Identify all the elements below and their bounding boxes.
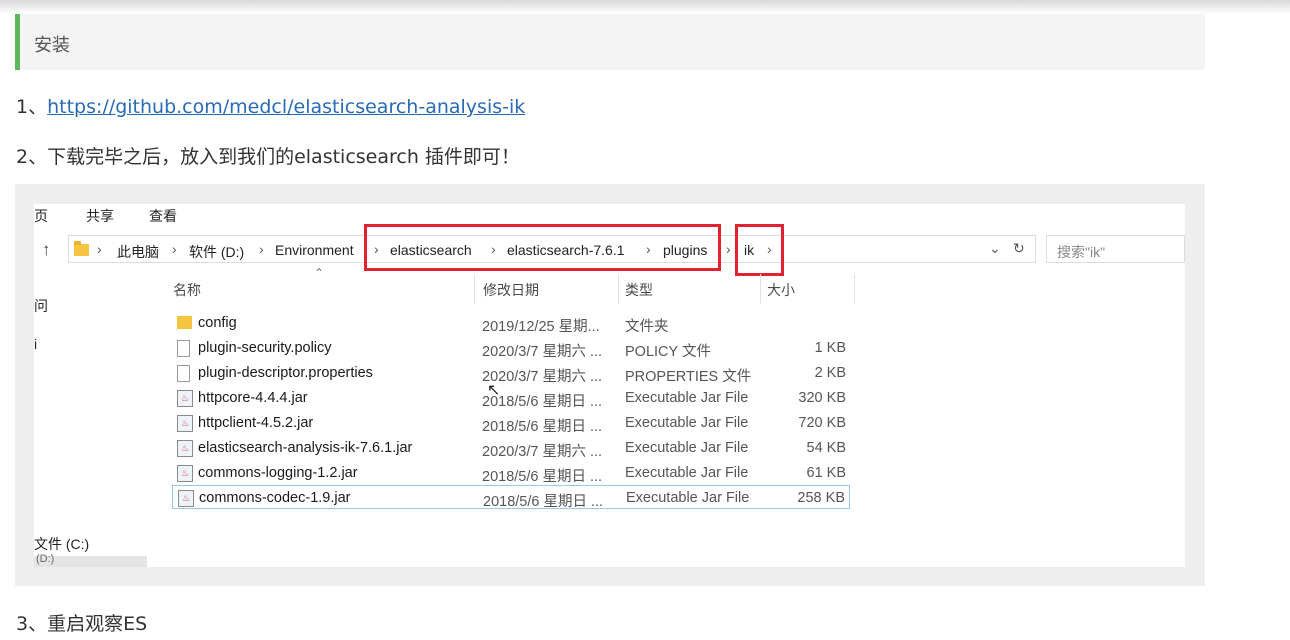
file-type: POLICY 文件	[625, 344, 711, 360]
file-name: commons-codec-1.9.jar	[199, 490, 351, 506]
file-row[interactable]: ♨ httpclient-4.5.2.jar 2018/5/6 星期日 ... …	[172, 411, 850, 435]
file-date: 2018/5/6 星期日 ...	[482, 419, 603, 435]
column-divider	[760, 274, 761, 304]
document-icon	[177, 340, 190, 357]
file-name: commons-logging-1.2.jar	[198, 465, 358, 481]
file-date: 2020/3/7 星期六 ...	[482, 344, 603, 360]
folder-icon	[74, 241, 89, 256]
step-1: 1、https://github.com/medcl/elasticsearch…	[16, 92, 525, 119]
document-icon	[177, 365, 190, 382]
highlight-box-ik	[735, 224, 784, 276]
chevron-right-icon: ›	[726, 241, 731, 257]
step-3: 3、重启观察ES	[16, 613, 148, 635]
github-link[interactable]: https://github.com/medcl/elasticsearch-a…	[47, 96, 525, 118]
file-row[interactable]: plugin-descriptor.properties 2020/3/7 星期…	[172, 361, 850, 385]
jar-icon: ♨	[177, 415, 193, 432]
column-name[interactable]: 名称	[173, 280, 201, 300]
step-1-prefix: 1、	[16, 96, 48, 118]
file-size: 61 KB	[806, 465, 847, 481]
chevron-right-icon: ›	[172, 241, 177, 257]
file-name: plugin-security.policy	[198, 340, 332, 356]
ribbon-tab-share[interactable]: 共享	[86, 206, 114, 226]
chevron-right-icon: ›	[259, 241, 264, 257]
file-row[interactable]: plugin-security.policy 2020/3/7 星期六 ... …	[172, 336, 850, 360]
search-input[interactable]: 搜索"ik"	[1046, 235, 1185, 263]
file-size: 258 KB	[797, 490, 845, 506]
file-size: 2 KB	[814, 365, 846, 381]
breadcrumb-environment[interactable]: Environment	[275, 242, 354, 258]
file-type: Executable Jar File	[626, 490, 750, 506]
ribbon-tab-home[interactable]: 页	[34, 206, 48, 226]
column-divider	[474, 274, 475, 304]
column-size[interactable]: 大小	[767, 280, 795, 300]
refresh-icon[interactable]: ↻	[1013, 240, 1025, 257]
file-name: httpcore-4.4.4.jar	[198, 390, 308, 406]
nav-item-drive-d[interactable]: (D:)	[36, 553, 54, 565]
file-name: config	[198, 315, 237, 331]
jar-icon: ♨	[177, 465, 193, 482]
column-date[interactable]: 修改日期	[483, 280, 539, 300]
file-name: elasticsearch-analysis-ik-7.6.1.jar	[198, 440, 413, 456]
jar-icon: ♨	[177, 390, 193, 407]
file-row[interactable]: ♨ commons-codec-1.9.jar 2018/5/6 星期日 ...…	[172, 485, 850, 510]
file-row[interactable]: config 2019/12/25 星期... 文件夹	[172, 311, 850, 335]
section-heading: 安装	[15, 14, 1205, 70]
nav-item-quick[interactable]: 问	[34, 296, 48, 316]
nav-item-drive-c[interactable]: 文件 (C:)	[34, 534, 89, 554]
ribbon-tab-view[interactable]: 查看	[149, 206, 177, 226]
file-size: 1 KB	[814, 340, 846, 356]
file-type: Executable Jar File	[625, 415, 749, 431]
file-size: 54 KB	[806, 440, 847, 456]
file-name: plugin-descriptor.properties	[198, 365, 373, 381]
nav-item-partial[interactable]: i	[34, 336, 37, 352]
file-type: Executable Jar File	[625, 465, 749, 481]
file-size: 320 KB	[798, 390, 846, 406]
jar-icon: ♨	[177, 440, 193, 457]
file-explorer-window: 页 共享 查看 ↑ › 此电脑 › 软件 (D:) › Environment …	[34, 204, 1185, 567]
file-type: Executable Jar File	[625, 390, 749, 406]
sort-arrow-icon: ⌃	[314, 266, 325, 280]
file-type: PROPERTIES 文件	[625, 369, 752, 385]
search-placeholder: 搜索"ik"	[1057, 244, 1106, 260]
chevron-right-icon: ›	[97, 241, 102, 257]
column-type[interactable]: 类型	[625, 280, 653, 300]
column-divider	[618, 274, 619, 304]
column-divider	[854, 274, 855, 304]
file-row[interactable]: ♨ commons-logging-1.2.jar 2018/5/6 星期日 .…	[172, 461, 850, 485]
file-row[interactable]: ♨ httpcore-4.4.4.jar 2018/5/6 星期日 ... Ex…	[172, 386, 850, 410]
file-type: 文件夹	[625, 319, 669, 335]
file-date: 2018/5/6 星期日 ...	[482, 469, 603, 485]
breadcrumb-drive-d[interactable]: 软件 (D:)	[189, 242, 244, 262]
file-date: 2020/3/7 星期六 ...	[482, 444, 603, 460]
top-shadow	[0, 0, 1290, 14]
file-date: 2019/12/25 星期...	[482, 319, 600, 335]
step-2: 2、下载完毕之后，放入到我们的elasticsearch 插件即可！	[16, 146, 520, 168]
file-name: httpclient-4.5.2.jar	[198, 415, 314, 431]
chevron-down-icon[interactable]: ⌄	[989, 240, 1001, 257]
mouse-cursor-icon: ↖	[487, 380, 501, 399]
section-heading-text: 安装	[34, 35, 70, 56]
file-type: Executable Jar File	[625, 440, 749, 456]
up-arrow-icon[interactable]: ↑	[42, 240, 51, 260]
file-date: 2018/5/6 星期日 ...	[483, 494, 604, 510]
file-size: 720 KB	[798, 415, 846, 431]
folder-icon	[177, 316, 192, 329]
breadcrumb-this-pc[interactable]: 此电脑	[117, 242, 159, 262]
file-row[interactable]: ♨ elasticsearch-analysis-ik-7.6.1.jar 20…	[172, 436, 850, 460]
nav-item-selected-bg: (D:)	[34, 553, 147, 567]
highlight-box-path	[364, 224, 721, 271]
jar-icon: ♨	[178, 490, 194, 507]
